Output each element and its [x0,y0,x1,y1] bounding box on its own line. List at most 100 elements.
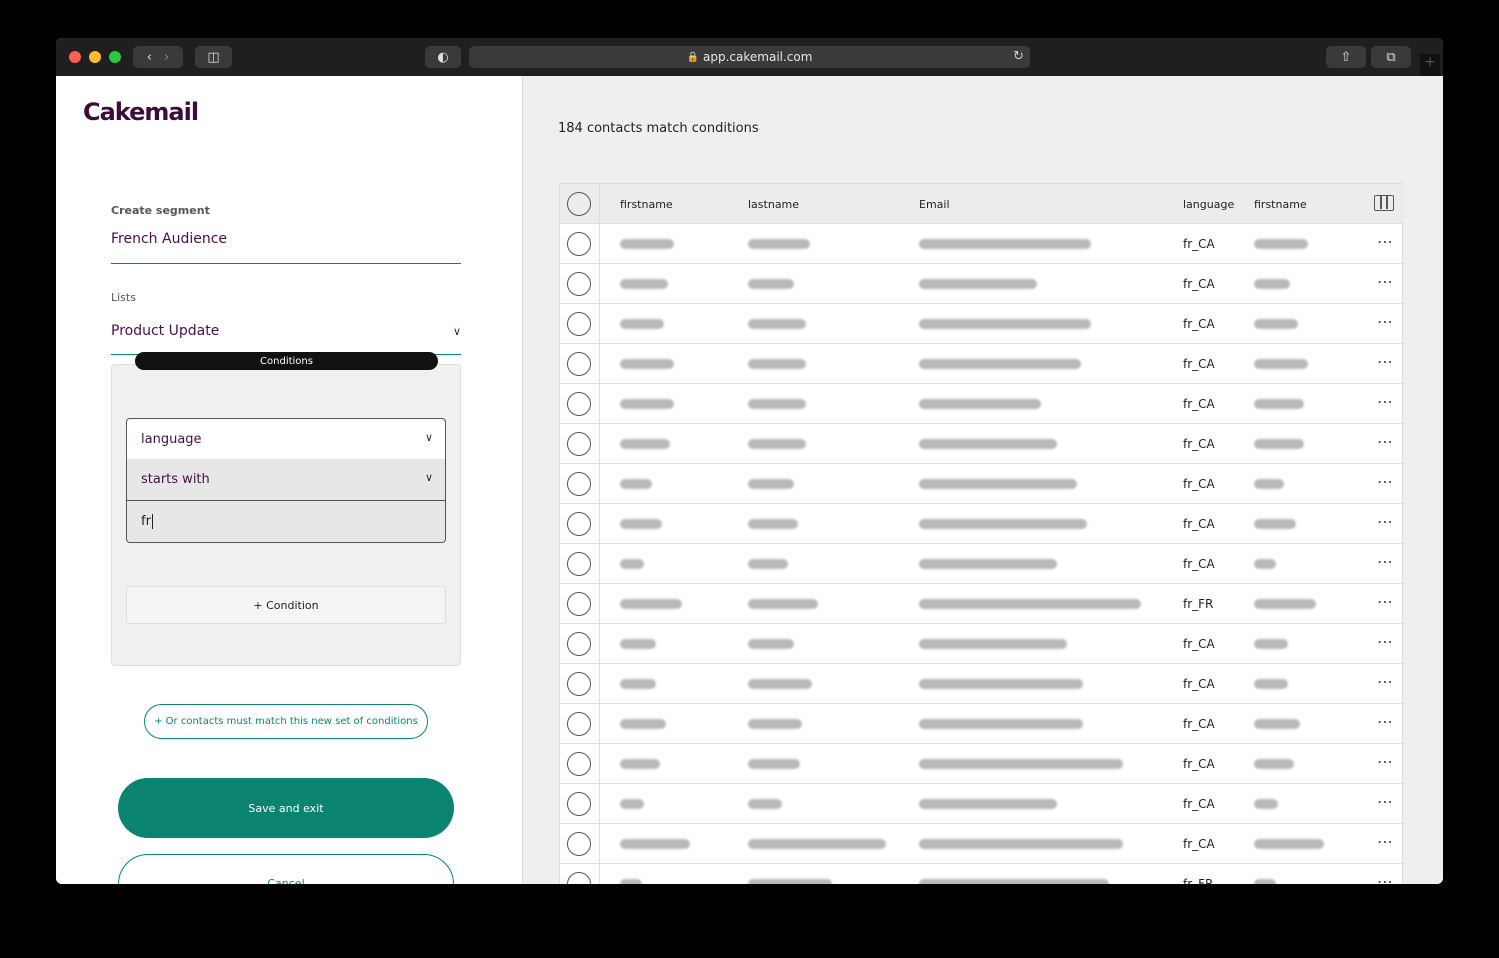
table-row[interactable]: fr_CA ⋯ [560,384,1404,424]
row-more-icon[interactable]: ⋯ [1377,512,1394,531]
column-divider [599,544,600,584]
privacy-shield-button[interactable]: ◐ [425,46,461,68]
column-divider [599,784,600,824]
row-checkbox[interactable] [567,432,591,456]
forward-icon[interactable]: › [164,50,169,65]
share-button[interactable]: ⇧ [1326,46,1366,68]
row-checkbox[interactable] [567,272,591,296]
cell-firstname [620,264,668,304]
row-checkbox[interactable] [567,712,591,736]
conditions-header: Conditions [135,352,438,370]
column-header-language[interactable]: language [1183,184,1234,224]
column-header-lastname[interactable]: lastname [748,184,799,224]
column-header-firstname-2[interactable]: firstname [1254,184,1307,224]
create-segment-label: Create segment [111,204,210,217]
add-condition-button[interactable]: + Condition [126,586,446,624]
column-divider [599,704,600,744]
table-row[interactable]: fr_CA ⋯ [560,224,1404,264]
table-row[interactable]: fr_CA ⋯ [560,344,1404,384]
row-more-icon[interactable]: ⋯ [1377,552,1394,571]
table-row[interactable]: fr_CA ⋯ [560,264,1404,304]
table-row[interactable]: fr_CA ⋯ [560,704,1404,744]
columns-icon[interactable] [1374,195,1394,211]
new-tab-button[interactable]: + [1420,54,1440,76]
minimize-window-button[interactable] [89,51,101,63]
row-more-icon[interactable]: ⋯ [1377,232,1394,251]
table-row[interactable]: fr_CA ⋯ [560,424,1404,464]
row-checkbox[interactable] [567,392,591,416]
row-checkbox[interactable] [567,552,591,576]
cell-firstname-2 [1254,864,1276,884]
row-checkbox[interactable] [567,872,591,884]
row-more-icon[interactable]: ⋯ [1377,752,1394,771]
row-checkbox[interactable] [567,632,591,656]
row-more-icon[interactable]: ⋯ [1377,352,1394,371]
reload-icon[interactable]: ↻ [1013,49,1024,64]
tabs-overview-button[interactable]: ⧉ [1371,46,1411,68]
back-forward-buttons[interactable]: ‹ › [133,46,183,68]
row-more-icon[interactable]: ⋯ [1377,592,1394,611]
share-icon: ⇧ [1340,49,1352,65]
row-checkbox[interactable] [567,232,591,256]
table-row[interactable]: fr_CA ⋯ [560,304,1404,344]
browser-window: ‹ › ◫ ◐ 🔒 app.cakemail.com ↻ ⇧ ⧉ + Cakem… [56,38,1443,884]
condition-field-select[interactable]: language ∨ [126,418,446,460]
close-window-button[interactable] [69,51,81,63]
table-row[interactable]: fr_FR ⋯ [560,864,1404,884]
cell-firstname-2 [1254,344,1308,384]
segment-name-input[interactable]: French Audience [111,231,227,247]
select-all-checkbox[interactable] [567,192,591,216]
cell-firstname-2 [1254,384,1304,424]
cell-firstname-2 [1254,664,1288,704]
table-row[interactable]: fr_CA ⋯ [560,824,1404,864]
zoom-window-button[interactable] [109,51,121,63]
row-more-icon[interactable]: ⋯ [1377,432,1394,451]
row-more-icon[interactable]: ⋯ [1377,792,1394,811]
list-select[interactable]: Product Update ∨ [111,323,461,339]
row-checkbox[interactable] [567,512,591,536]
cell-firstname [620,864,642,884]
row-more-icon[interactable]: ⋯ [1377,872,1394,884]
row-checkbox[interactable] [567,832,591,856]
column-header-email[interactable]: Email [919,184,950,224]
condition-operator-select[interactable]: starts with ∨ [126,459,446,501]
add-or-condition-set-button[interactable]: + Or contacts must match this new set of… [144,704,428,739]
cell-lastname [748,864,832,884]
table-row[interactable]: fr_CA ⋯ [560,504,1404,544]
row-checkbox[interactable] [567,352,591,376]
cell-lastname [748,704,802,744]
row-checkbox[interactable] [567,592,591,616]
save-and-exit-button[interactable]: Save and exit [118,778,454,838]
row-checkbox[interactable] [567,672,591,696]
table-row[interactable]: fr_FR ⋯ [560,584,1404,624]
row-more-icon[interactable]: ⋯ [1377,632,1394,651]
table-row[interactable]: fr_CA ⋯ [560,544,1404,584]
cancel-button[interactable]: Cancel [118,854,454,884]
row-more-icon[interactable]: ⋯ [1377,832,1394,851]
row-more-icon[interactable]: ⋯ [1377,272,1394,291]
table-row[interactable]: fr_CA ⋯ [560,784,1404,824]
cell-language: fr_CA [1183,317,1215,331]
condition-value-input[interactable]: fr [126,501,446,543]
row-checkbox[interactable] [567,472,591,496]
sidebar-toggle-button[interactable]: ◫ [195,46,232,68]
row-more-icon[interactable]: ⋯ [1377,712,1394,731]
cell-lastname [748,264,794,304]
row-checkbox[interactable] [567,792,591,816]
row-more-icon[interactable]: ⋯ [1377,392,1394,411]
back-icon[interactable]: ‹ [147,50,152,65]
table-row[interactable]: fr_CA ⋯ [560,744,1404,784]
cell-language: fr_CA [1183,397,1215,411]
address-bar[interactable]: 🔒 app.cakemail.com ↻ [469,46,1030,68]
table-row[interactable]: fr_CA ⋯ [560,464,1404,504]
row-checkbox[interactable] [567,312,591,336]
row-more-icon[interactable]: ⋯ [1377,672,1394,691]
row-more-icon[interactable]: ⋯ [1377,472,1394,491]
column-divider [599,424,600,464]
row-more-icon[interactable]: ⋯ [1377,312,1394,331]
table-row[interactable]: fr_CA ⋯ [560,664,1404,704]
cell-firstname [620,224,674,264]
column-header-firstname[interactable]: firstname [620,184,673,224]
table-row[interactable]: fr_CA ⋯ [560,624,1404,664]
row-checkbox[interactable] [567,752,591,776]
